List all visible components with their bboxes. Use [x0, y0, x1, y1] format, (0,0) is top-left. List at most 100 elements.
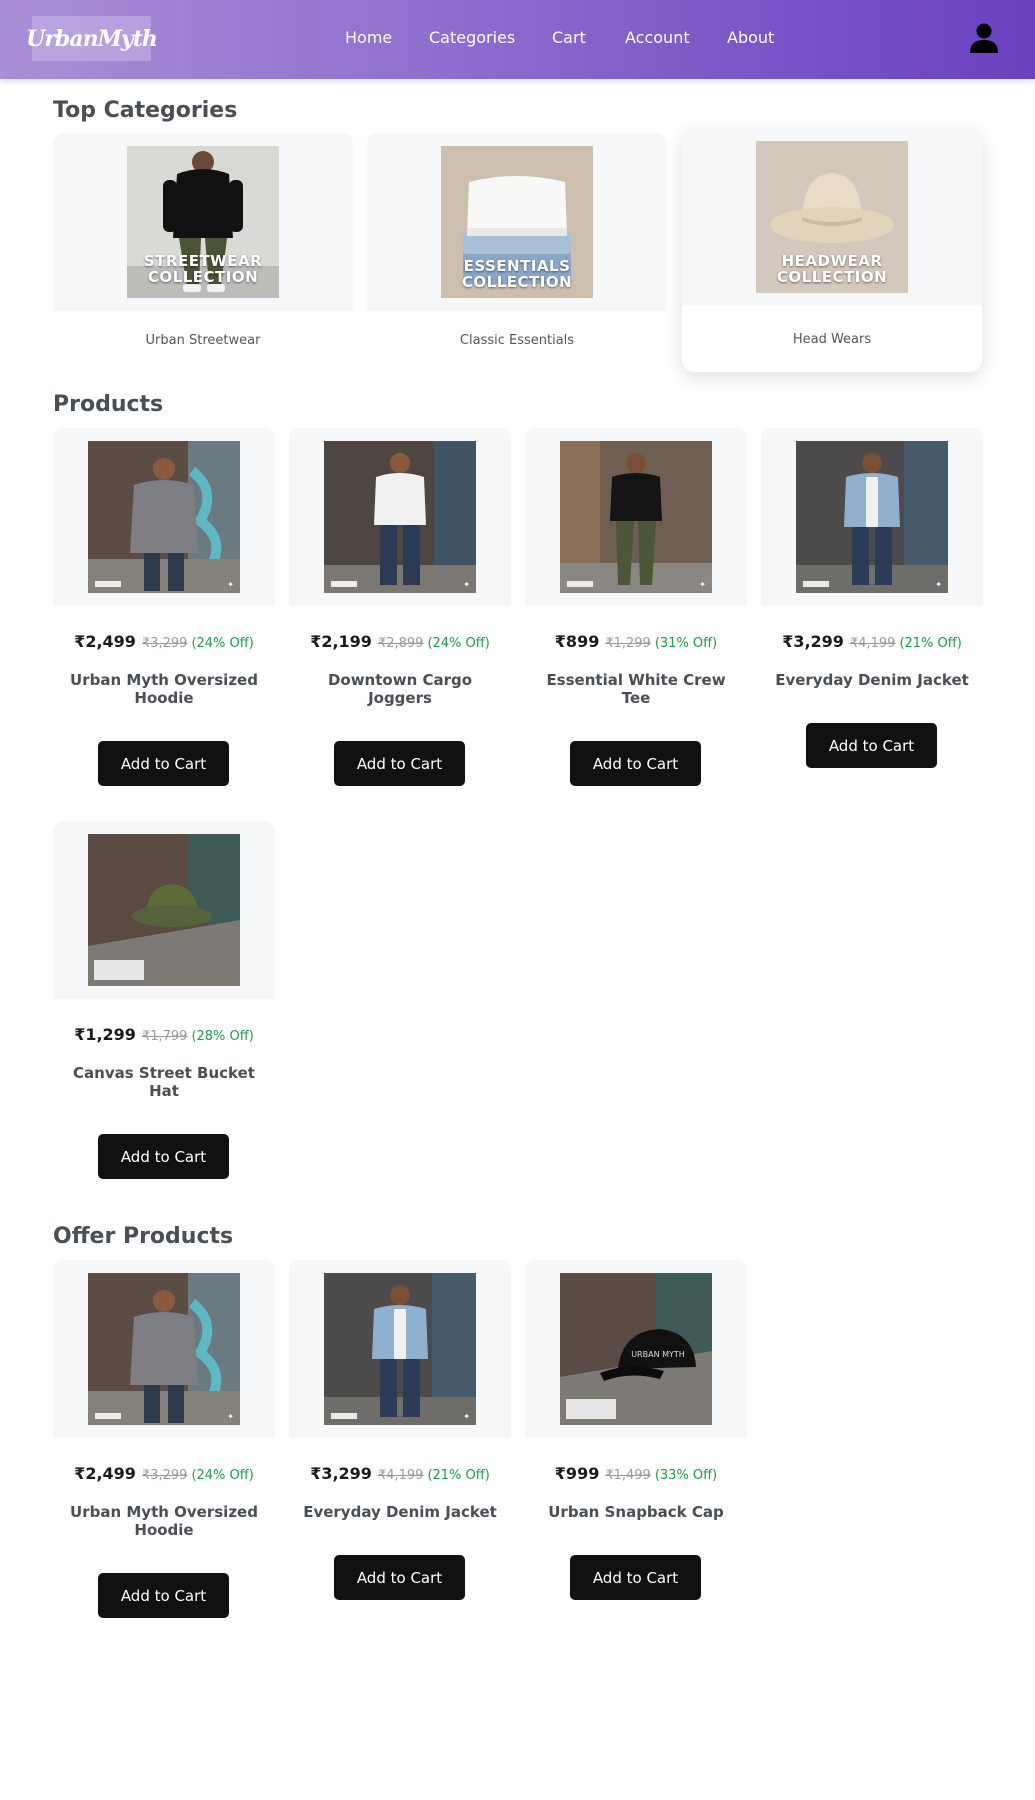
price-original: ₹1,799: [141, 1029, 188, 1044]
product-media: ✦: [289, 1260, 511, 1438]
image-tag: [567, 581, 593, 587]
category-image-streetwear: STREETWEAR COLLECTION: [127, 146, 279, 298]
sparkle-icon: ✦: [935, 580, 942, 589]
price-current: ₹2,199: [310, 632, 372, 651]
product-name[interactable]: Urban Snapback Cap: [539, 1503, 733, 1521]
overlay-line: HEADWEAR: [781, 252, 883, 270]
category-image-essentials: ESSENTIALS COLLECTION: [441, 146, 593, 298]
product-name[interactable]: Urban Myth Oversized Hoodie: [67, 671, 261, 707]
price-row: ₹2,499 ₹3,299 (24% Off): [53, 632, 275, 651]
product-image-bucket-hat[interactable]: [88, 834, 240, 986]
add-to-cart-button[interactable]: Add to Cart: [98, 1573, 229, 1618]
category-card-essentials[interactable]: ESSENTIALS COLLECTION Classic Essentials: [367, 133, 667, 378]
price-row: ₹3,299 ₹4,199 (21% Off): [761, 632, 983, 651]
add-to-cart-button[interactable]: Add to Cart: [334, 1555, 465, 1600]
offer-product-card: ✦ ₹3,299 ₹4,199 (21% Off) Everyday Denim J…: [289, 1260, 511, 1640]
image-tag: [331, 1413, 357, 1419]
add-to-cart-button[interactable]: Add to Cart: [98, 1134, 229, 1179]
product-name[interactable]: Downtown Cargo Joggers: [303, 671, 497, 707]
product-name[interactable]: Everyday Denim Jacket: [303, 1503, 497, 1521]
price-row: ₹2,199 ₹2,899 (24% Off): [289, 632, 511, 651]
category-label: Classic Essentials: [459, 333, 575, 348]
price-original: ₹3,299: [141, 1468, 188, 1483]
product-name[interactable]: Canvas Street Bucket Hat: [67, 1064, 261, 1100]
product-name[interactable]: Everyday Denim Jacket: [775, 671, 969, 689]
product-name[interactable]: Urban Myth Oversized Hoodie: [67, 1503, 261, 1539]
price-current: ₹999: [554, 1464, 600, 1483]
product-image-denim-jacket[interactable]: ✦: [796, 441, 948, 593]
image-tag: [95, 1413, 121, 1419]
product-media: ✦: [761, 428, 983, 606]
nav-account[interactable]: Account: [625, 28, 690, 47]
price-discount: (24% Off): [191, 636, 254, 651]
category-label: Urban Streetwear: [145, 333, 261, 348]
product-card: ✦ ₹2,499 ₹3,299 (24% Off) Urban Myth Overs…: [53, 428, 275, 808]
price-discount: (21% Off): [427, 1468, 490, 1483]
user-icon[interactable]: [968, 22, 1000, 54]
price-row: ₹2,499 ₹3,299 (24% Off): [53, 1464, 275, 1483]
add-to-cart-button[interactable]: Add to Cart: [806, 723, 937, 768]
price-current: ₹2,499: [74, 1464, 136, 1483]
price-discount: (33% Off): [654, 1468, 718, 1483]
price-row: ₹1,299 ₹1,799 (28% Off): [53, 1025, 275, 1044]
sparkle-icon: ✦: [699, 580, 706, 589]
product-card: ✦ ₹2,199 ₹2,899 (24% Off) Downtown Cargo J…: [289, 428, 511, 808]
price-current: ₹899: [554, 632, 600, 651]
price-row: ₹899 ₹1,299 (31% Off): [525, 632, 747, 651]
category-card-streetwear[interactable]: STREETWEAR COLLECTION Urban Streetwear: [53, 133, 353, 378]
add-to-cart-button[interactable]: Add to Cart: [334, 741, 465, 786]
product-media: URBAN MYTH: [525, 1260, 747, 1438]
sparkle-icon: ✦: [227, 1412, 234, 1421]
product-media: ✦: [53, 428, 275, 606]
price-discount: (24% Off): [191, 1468, 254, 1483]
product-image-joggers[interactable]: ✦: [324, 441, 476, 593]
price-original: ₹4,199: [377, 1468, 424, 1483]
price-row: ₹3,299 ₹4,199 (21% Off): [289, 1464, 511, 1483]
overlay-line: COLLECTION: [147, 268, 259, 286]
category-label: Head Wears: [792, 332, 872, 347]
product-media: ✦: [525, 428, 747, 606]
product-image-denim-jacket[interactable]: ✦: [324, 1273, 476, 1425]
overlay-line: STREETWEAR: [143, 252, 263, 270]
offer-product-card: URBAN MYTH ₹999 ₹1,499 (33% Off) Urban Sna…: [525, 1260, 747, 1640]
category-card-headwear[interactable]: HEADWEAR COLLECTION Head Wears: [682, 127, 982, 372]
product-image-snapback-cap[interactable]: URBAN MYTH: [560, 1273, 712, 1425]
price-original: ₹2,899: [377, 636, 424, 651]
product-name[interactable]: Essential White Crew Tee: [539, 671, 733, 707]
product-card: ✦ ₹3,299 ₹4,199 (21% Off) Everyday Denim J…: [761, 428, 983, 808]
product-media: [53, 821, 275, 999]
nav-categories[interactable]: Categories: [429, 28, 515, 47]
add-to-cart-button[interactable]: Add to Cart: [570, 741, 701, 786]
add-to-cart-button[interactable]: Add to Cart: [98, 741, 229, 786]
product-image-tee[interactable]: ✦: [560, 441, 712, 593]
product-image-hoodie[interactable]: ✦: [88, 441, 240, 593]
sparkle-icon: ✦: [227, 580, 234, 589]
overlay-line: COLLECTION: [776, 268, 888, 286]
category-image-headwear: HEADWEAR COLLECTION: [756, 141, 908, 293]
price-original: ₹1,499: [605, 1468, 651, 1483]
product-media: ✦: [289, 428, 511, 606]
price-discount: (24% Off): [427, 636, 490, 651]
price-discount: (21% Off): [899, 636, 962, 651]
price-current: ₹2,499: [74, 632, 136, 651]
image-tag: [803, 581, 829, 587]
offer-products-title: Offer Products: [53, 1224, 234, 1249]
add-to-cart-button[interactable]: Add to Cart: [570, 1555, 701, 1600]
price-current: ₹3,299: [782, 632, 844, 651]
product-media: ✦: [53, 1260, 275, 1438]
product-card: ✦ ₹899 ₹1,299 (31% Off) Essential White Cr…: [525, 428, 747, 808]
site-header: UrbanMyth Home Categories Cart Account A…: [0, 0, 1035, 79]
overlay-line: COLLECTION: [461, 273, 573, 291]
category-media: HEADWEAR COLLECTION: [682, 127, 982, 305]
main-nav: Home Categories Cart Account About: [0, 28, 1035, 50]
cap-print: URBAN MYTH: [631, 1350, 685, 1359]
image-tag: [95, 581, 121, 587]
nav-home[interactable]: Home: [345, 28, 392, 47]
overlay-line: ESSENTIALS: [463, 257, 571, 275]
price-original: ₹1,299: [605, 636, 651, 651]
nav-about[interactable]: About: [727, 28, 774, 47]
nav-cart[interactable]: Cart: [552, 28, 586, 47]
products-title: Products: [53, 392, 164, 417]
price-discount: (31% Off): [654, 636, 718, 651]
product-image-hoodie[interactable]: ✦: [88, 1273, 240, 1425]
